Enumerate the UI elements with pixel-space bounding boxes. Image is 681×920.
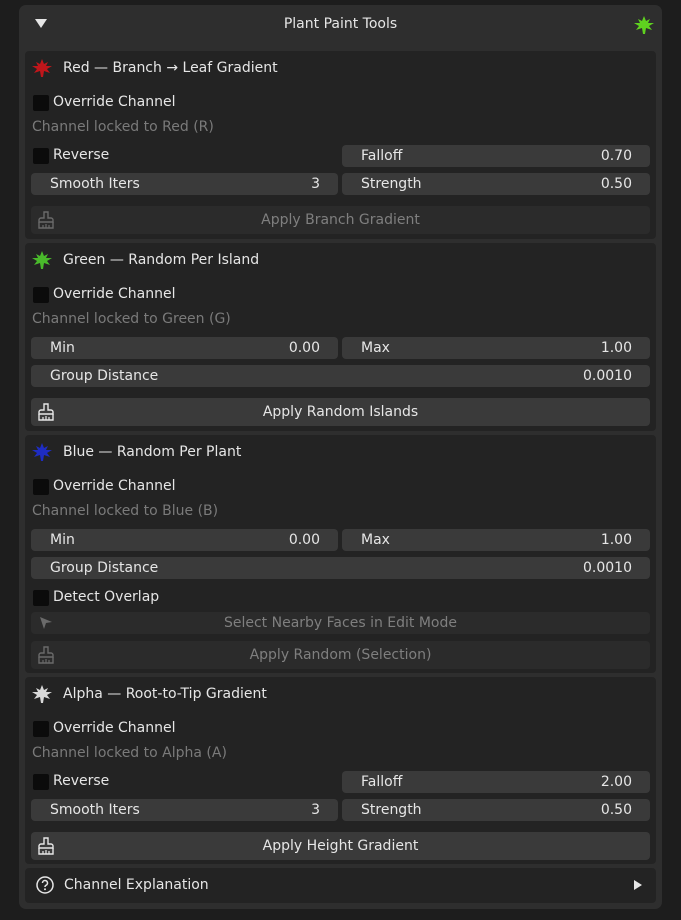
max-label: Max [361, 532, 390, 548]
blue-override-label[interactable]: Override Channel [53, 478, 176, 494]
blue-section: Blue — Random Per Plant Override Channel… [25, 435, 656, 673]
help-question-icon [36, 876, 54, 894]
select-nearby-faces-label: Select Nearby Faces in Edit Mode [223, 615, 457, 631]
alpha-section: Alpha — Root-to-Tip Gradient Override Ch… [25, 677, 656, 864]
red-smooth-iters-field[interactable]: Smooth Iters 3 [31, 173, 338, 195]
detect-overlap-checkbox[interactable] [33, 590, 49, 606]
alpha-reverse-label[interactable]: Reverse [53, 773, 109, 789]
white-leaf-icon [31, 684, 53, 704]
blue-group-distance-field[interactable]: Group Distance 0.0010 [31, 557, 650, 579]
apply-height-gradient-button[interactable]: Apply Height Gradient [31, 832, 650, 860]
alpha-falloff-field[interactable]: Falloff 2.00 [342, 771, 650, 793]
smooth-iters-value: 3 [311, 802, 320, 818]
falloff-value: 2.00 [600, 774, 632, 790]
apply-random-selection-label: Apply Random (Selection) [249, 647, 432, 663]
panel-header[interactable]: Plant Paint Tools [19, 5, 662, 43]
green-min-field[interactable]: Min 0.00 [31, 337, 338, 359]
blue-min-field[interactable]: Min 0.00 [31, 529, 338, 551]
red-override-checkbox[interactable] [33, 95, 49, 111]
blue-override-checkbox[interactable] [33, 479, 49, 495]
apply-branch-gradient-button[interactable]: Apply Branch Gradient [31, 206, 650, 234]
apply-branch-gradient-label: Apply Branch Gradient [261, 212, 420, 228]
green-max-field[interactable]: Max 1.00 [342, 337, 650, 359]
blue-max-field[interactable]: Max 1.00 [342, 529, 650, 551]
red-section: Red — Branch → Leaf Gradient Override Ch… [25, 51, 656, 239]
red-reverse-label[interactable]: Reverse [53, 147, 109, 163]
min-value: 0.00 [288, 340, 320, 356]
alpha-override-label[interactable]: Override Channel [53, 720, 176, 736]
green-leaf-icon [31, 250, 53, 270]
smooth-iters-label: Smooth Iters [50, 176, 140, 192]
apply-random-selection-button[interactable]: Apply Random (Selection) [31, 641, 650, 669]
detect-overlap-label[interactable]: Detect Overlap [53, 589, 159, 605]
strength-value: 0.50 [600, 802, 632, 818]
max-label: Max [361, 340, 390, 356]
smooth-iters-label: Smooth Iters [50, 802, 140, 818]
max-value: 1.00 [600, 340, 632, 356]
green-section-title: Green — Random Per Island [63, 252, 260, 268]
blue-channel-hint: Channel locked to Blue (B) [32, 503, 219, 519]
red-strength-field[interactable]: Strength 0.50 [342, 173, 650, 195]
plant-paint-tools-panel: Plant Paint Tools Red — Branch → Leaf Gr… [19, 5, 662, 909]
apply-random-islands-button[interactable]: Apply Random Islands [31, 398, 650, 426]
green-override-label[interactable]: Override Channel [53, 286, 176, 302]
panel-title: Plant Paint Tools [283, 16, 398, 32]
group-distance-value: 0.0010 [583, 368, 632, 384]
falloff-label: Falloff [361, 774, 403, 790]
green-group-distance-field[interactable]: Group Distance 0.0010 [31, 365, 650, 387]
falloff-label: Falloff [361, 148, 403, 164]
green-section: Green — Random Per Island Override Chann… [25, 243, 656, 431]
alpha-strength-field[interactable]: Strength 0.50 [342, 799, 650, 821]
alpha-channel-hint: Channel locked to Alpha (A) [32, 745, 227, 761]
strength-label: Strength [361, 802, 422, 818]
channel-explanation-subpanel[interactable]: Channel Explanation [25, 868, 656, 903]
blue-section-title: Blue — Random Per Plant [63, 444, 242, 460]
group-distance-label: Group Distance [50, 560, 159, 576]
min-label: Min [50, 340, 75, 356]
red-reverse-checkbox[interactable] [33, 148, 49, 164]
alpha-smooth-iters-field[interactable]: Smooth Iters 3 [31, 799, 338, 821]
apply-height-gradient-label: Apply Height Gradient [262, 838, 419, 854]
alpha-section-title: Alpha — Root-to-Tip Gradient [63, 686, 267, 702]
strength-label: Strength [361, 176, 422, 192]
min-label: Min [50, 532, 75, 548]
blue-leaf-icon [31, 442, 53, 462]
green-override-checkbox[interactable] [33, 287, 49, 303]
green-channel-hint: Channel locked to Green (G) [32, 311, 231, 327]
alpha-reverse-checkbox[interactable] [33, 774, 49, 790]
strength-value: 0.50 [600, 176, 632, 192]
alpha-override-checkbox[interactable] [33, 721, 49, 737]
min-value: 0.00 [288, 532, 320, 548]
channel-explanation-label: Channel Explanation [64, 877, 209, 893]
red-section-title: Red — Branch → Leaf Gradient [63, 60, 278, 76]
falloff-value: 0.70 [600, 148, 632, 164]
max-value: 1.00 [600, 532, 632, 548]
apply-random-islands-label: Apply Random Islands [262, 404, 419, 420]
red-override-label[interactable]: Override Channel [53, 94, 176, 110]
smooth-iters-value: 3 [311, 176, 320, 192]
red-channel-hint: Channel locked to Red (R) [32, 119, 214, 135]
red-leaf-icon [31, 58, 53, 78]
red-falloff-field[interactable]: Falloff 0.70 [342, 145, 650, 167]
group-distance-value: 0.0010 [583, 560, 632, 576]
group-distance-label: Group Distance [50, 368, 159, 384]
expand-triangle-icon[interactable] [634, 880, 642, 890]
select-nearby-faces-button[interactable]: Select Nearby Faces in Edit Mode [31, 612, 650, 634]
green-leaf-icon [633, 15, 655, 35]
